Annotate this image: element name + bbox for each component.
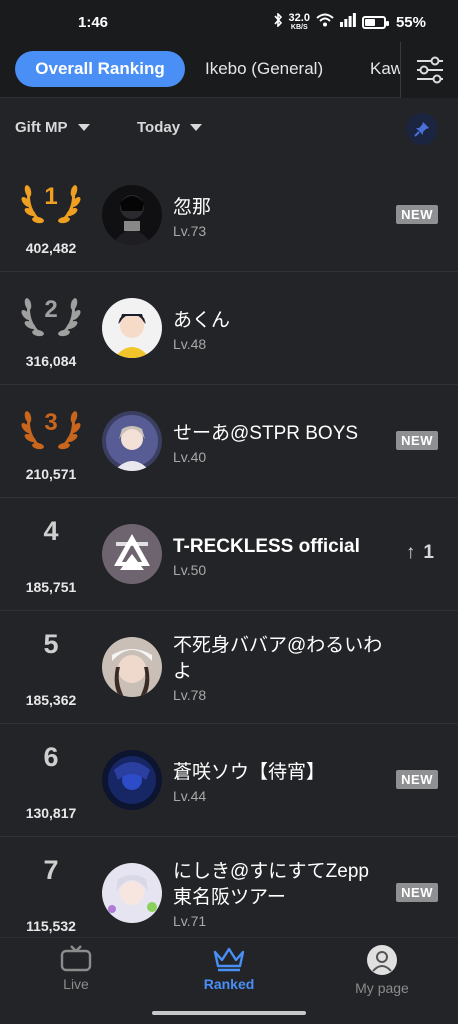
- streamer-name: 不死身ババア@わるいわよ: [173, 635, 383, 682]
- pin-icon: [414, 122, 429, 137]
- rank-number: 1: [44, 183, 58, 210]
- streamer-level: Lv.40: [173, 449, 207, 465]
- rank-number: 6: [43, 742, 59, 772]
- status-icons: 32.0 KB/S 55%: [273, 12, 426, 32]
- rank-number: 5: [43, 629, 59, 659]
- rank-column: 1 402,482: [0, 159, 102, 272]
- tab-ikebo-general[interactable]: Ikebo (General): [205, 51, 323, 87]
- tab-kaw[interactable]: Kaw: [370, 51, 400, 87]
- chevron-down-icon: [190, 124, 203, 131]
- ranking-row[interactable]: 4 185,751 T-RECKLESS official Lv.50 ↑ 1: [0, 498, 458, 611]
- wifi-icon: [316, 13, 334, 31]
- rank-number: 3: [44, 409, 58, 436]
- streamer-level: Lv.73: [173, 223, 207, 239]
- gold-laurel-icon: 1: [20, 169, 82, 231]
- score: 185,751: [25, 579, 77, 595]
- battery-icon: [361, 15, 389, 29]
- rank-change-value: 1: [423, 542, 434, 563]
- home-indicator: [152, 1011, 306, 1015]
- tabs-scroll: Overall Ranking Ikebo (General) Kaw: [0, 42, 400, 98]
- avatar[interactable]: [102, 524, 162, 584]
- avatar[interactable]: [102, 298, 162, 358]
- streamer-name: せーあ@STPR BOYS: [173, 423, 359, 444]
- avatar[interactable]: [102, 637, 162, 697]
- rank-column: 3 210,571: [0, 385, 102, 498]
- pin-button[interactable]: [406, 113, 438, 145]
- score: 130,817: [25, 805, 77, 821]
- rank-change: ↑ 1: [406, 542, 434, 564]
- user-avatar-icon: [367, 945, 397, 975]
- tv-icon: [60, 945, 92, 972]
- score: 115,532: [26, 918, 76, 934]
- signal-icon: [339, 13, 356, 31]
- nav-my-page-label: My page: [355, 980, 409, 996]
- network-speed-value: 32.0: [288, 12, 310, 24]
- avatar[interactable]: [102, 185, 162, 245]
- network-speed-unit: KB/S: [290, 24, 308, 31]
- streamer-level: Lv.71: [173, 913, 207, 929]
- score: 185,362: [25, 692, 77, 708]
- sliders-icon: [416, 56, 443, 84]
- streamer-name: あくん: [173, 310, 231, 331]
- ranking-list: 1 402,482 忽那 Lv.73 NEW 2 316,084 あくん Lv.…: [0, 159, 458, 950]
- streamer-level: Lv.50: [173, 562, 207, 578]
- battery-level-fill: [364, 18, 375, 26]
- score: 210,571: [25, 466, 77, 482]
- score: 402,482: [25, 240, 77, 256]
- streamer-level: Lv.48: [173, 336, 207, 352]
- nav-my-page[interactable]: My page: [322, 944, 442, 996]
- status-bar: 1:46 32.0 KB/S 55%: [0, 0, 458, 42]
- ranking-row[interactable]: 3 210,571 せーあ@STPR BOYS Lv.40 NEW: [0, 385, 458, 498]
- avatar[interactable]: [102, 750, 162, 810]
- rank-column: 7 115,532: [0, 837, 102, 950]
- avatar[interactable]: [102, 863, 162, 923]
- avatar[interactable]: [102, 411, 162, 471]
- nav-ranked-label: Ranked: [203, 976, 255, 992]
- tab-overall-ranking[interactable]: Overall Ranking: [15, 51, 185, 87]
- bluetooth-icon: [273, 12, 283, 31]
- streamer-name: 蒼咲ソウ【待宵】: [173, 762, 326, 783]
- chevron-down-icon: [77, 124, 90, 131]
- ranking-tabs: Overall Ranking Ikebo (General) Kaw: [0, 42, 458, 98]
- ranking-row[interactable]: 5 185,362 不死身ババア@わるいわよ Lv.78: [0, 611, 458, 724]
- metric-dropdown[interactable]: Gift MP: [15, 119, 90, 136]
- rank-column: 6 130,817: [0, 724, 102, 837]
- rank-column: 5 185,362: [0, 611, 102, 724]
- ranking-row[interactable]: 1 402,482 忽那 Lv.73 NEW: [0, 159, 458, 272]
- rank-column: 4 185,751: [0, 498, 102, 611]
- silver-laurel-icon: 2: [20, 282, 82, 344]
- streamer-name: T-RECKLESS official: [173, 536, 360, 557]
- streamer-level: Lv.78: [173, 687, 207, 703]
- battery-percent: 55%: [395, 13, 426, 31]
- ranking-row[interactable]: 2 316,084 あくん Lv.48: [0, 272, 458, 385]
- score: 316,084: [25, 353, 77, 369]
- nav-ranked[interactable]: Ranked: [169, 944, 289, 992]
- new-badge: NEW: [396, 883, 438, 902]
- new-badge: NEW: [396, 205, 438, 224]
- streamer-level: Lv.44: [173, 788, 207, 804]
- metric-label: Gift MP: [15, 119, 68, 136]
- new-badge: NEW: [396, 770, 438, 789]
- status-time: 1:46: [78, 14, 109, 31]
- rank-column: 2 316,084: [0, 272, 102, 385]
- network-speed: 32.0 KB/S: [288, 12, 310, 32]
- new-badge: NEW: [396, 431, 438, 450]
- rank-number: 4: [43, 516, 59, 546]
- nav-live-label: Live: [63, 976, 89, 992]
- filter-settings-button[interactable]: [400, 42, 458, 98]
- streamer-name: 忽那: [173, 197, 212, 218]
- ranking-row[interactable]: 7 115,532 にしき@すにすてZepp東名阪ツアー Lv.71 NEW: [0, 837, 458, 950]
- bronze-laurel-icon: 3: [20, 395, 82, 457]
- streamer-name: にしき@すにすてZepp東名阪ツアー: [173, 861, 369, 908]
- period-dropdown[interactable]: Today: [137, 119, 203, 136]
- ranking-row[interactable]: 6 130,817 蒼咲ソウ【待宵】 Lv.44 NEW: [0, 724, 458, 837]
- rank-number: 7: [43, 855, 59, 885]
- arrow-up-icon: ↑: [405, 542, 416, 563]
- filter-bar: Gift MP Today: [0, 99, 458, 159]
- rank-number: 2: [44, 296, 58, 323]
- period-label: Today: [137, 119, 181, 136]
- nav-live[interactable]: Live: [16, 944, 136, 992]
- crown-icon: [213, 947, 245, 972]
